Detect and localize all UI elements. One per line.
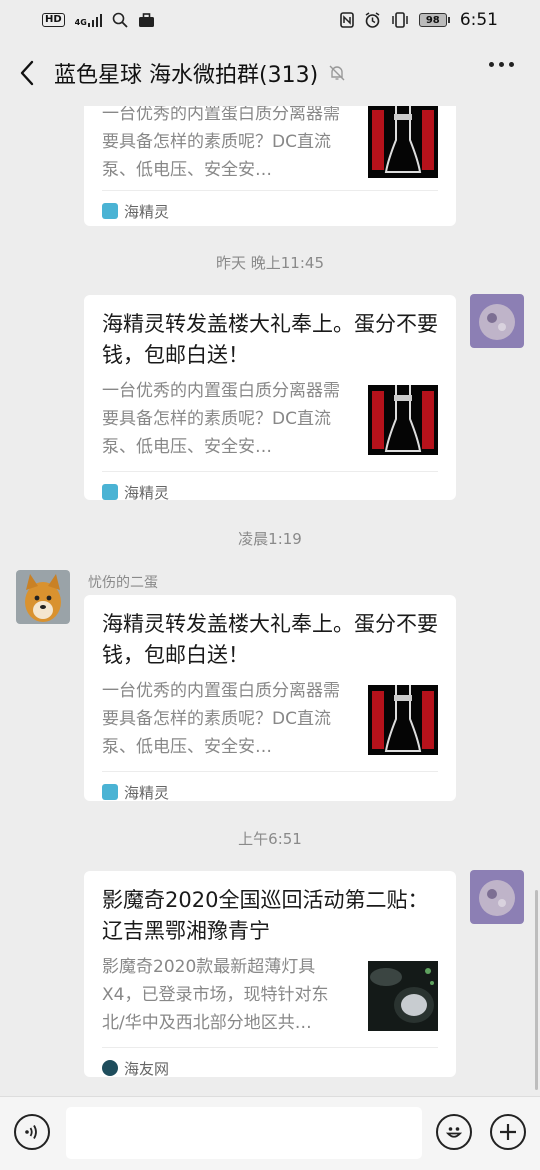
link-description: 影魔奇2020款最新超薄灯具X4，已登录市场，现特针对东北/华中及西北部分地区共…	[102, 957, 329, 1033]
link-source: 海精灵	[102, 190, 438, 231]
voice-button[interactable]	[14, 1114, 50, 1150]
input-bar	[0, 1096, 540, 1170]
alarm-icon	[365, 11, 380, 28]
more-button[interactable]	[489, 62, 514, 67]
plus-icon	[500, 1124, 516, 1140]
link-source-name: 海友网	[124, 1059, 170, 1078]
sender-nickname: 忧伤的二蛋	[88, 575, 158, 591]
back-button[interactable]	[0, 40, 54, 106]
more-icon	[489, 62, 494, 67]
status-bar: HD 4G 98 6:51	[0, 0, 540, 40]
timestamp: 上午6:51	[238, 830, 302, 848]
link-source: 海精灵	[102, 771, 438, 812]
battery-icon: 98	[418, 13, 450, 27]
link-source-name: 海精灵	[124, 483, 170, 502]
link-message-card[interactable]: 海精灵转发盖楼大礼奉上。蛋分不要钱，包邮白送！ 一台优秀的内置蛋白质分离器需要具…	[84, 295, 456, 502]
link-description: 一台优秀的内置蛋白质分离器需要具备怎样的素质呢？DC直流泵、低电压、安全安…	[102, 681, 340, 757]
chat-title[interactable]: 蓝色星球 海水微拍群(313)	[54, 57, 346, 89]
avatar[interactable]	[470, 870, 524, 924]
clock: 6:51	[459, 10, 498, 30]
back-arrow-icon	[20, 60, 34, 86]
link-source-name: 海精灵	[124, 783, 170, 802]
timestamp: 昨天 晚上11:45	[216, 254, 324, 272]
plus-button[interactable]	[490, 1114, 526, 1150]
link-source-name: 海精灵	[124, 202, 170, 221]
link-description: 一台优秀的内置蛋白质分离器需要具备怎样的素质呢？DC直流泵、低电压、安全安…	[102, 381, 340, 457]
mute-bell-icon	[329, 65, 345, 81]
avatar[interactable]	[16, 570, 70, 624]
link-message-card[interactable]: 海精灵转发盖楼大礼奉上。蛋分不要钱，包邮白送！ 一台优秀的内置蛋白质分离器需要具…	[84, 595, 456, 802]
link-title: 影魔奇2020全国巡回活动第二贴： 辽吉黑鄂湘豫青宁	[102, 888, 429, 943]
link-source: 海友网	[102, 1047, 438, 1088]
link-title: 海精灵转发盖楼大礼奉上。蛋分不要钱，包邮白送！	[102, 612, 438, 667]
voice-icon	[25, 1125, 37, 1139]
scrollbar[interactable]	[535, 890, 538, 1090]
app-logo-icon	[102, 784, 118, 800]
emoji-button[interactable]	[436, 1114, 472, 1150]
message-input[interactable]	[66, 1107, 422, 1159]
link-title: 海精灵转发盖楼大礼奉上。蛋分不要钱，包邮白送！	[102, 312, 438, 367]
signal-icon: 4G	[75, 13, 103, 27]
avatar[interactable]	[470, 294, 524, 348]
link-description: 一台优秀的内置蛋白质分离器需要具备怎样的素质呢？DC直流泵、低电压、安全安…	[102, 106, 340, 180]
chat-title-text: 蓝色星球 海水微拍群(313)	[54, 63, 319, 88]
search-icon	[113, 12, 128, 28]
vibrate-icon	[392, 12, 408, 28]
briefcase-icon	[139, 12, 155, 27]
emoji-icon	[445, 1127, 463, 1138]
timestamp: 凌晨1:19	[238, 530, 302, 548]
link-thumbnail	[368, 106, 438, 178]
nfc-icon	[340, 12, 354, 28]
link-message-card[interactable]: 一台优秀的内置蛋白质分离器需要具备怎样的素质呢？DC直流泵、低电压、安全安… 海…	[84, 106, 456, 226]
link-source: 海精灵	[102, 471, 438, 512]
link-thumbnail	[368, 385, 438, 455]
link-message-card[interactable]: 影魔奇2020全国巡回活动第二贴： 辽吉黑鄂湘豫青宁 影魔奇2020款最新超薄灯…	[84, 871, 456, 1078]
link-thumbnail	[368, 961, 438, 1031]
app-logo-icon	[102, 484, 118, 500]
chat-header: 蓝色星球 海水微拍群(313)	[0, 40, 540, 106]
message-list[interactable]: 一台优秀的内置蛋白质分离器需要具备怎样的素质呢？DC直流泵、低电压、安全安… 海…	[0, 106, 540, 1096]
link-thumbnail	[368, 685, 438, 755]
app-logo-icon	[102, 203, 118, 219]
hd-icon: HD	[42, 13, 65, 27]
app-logo-icon	[102, 1060, 118, 1076]
